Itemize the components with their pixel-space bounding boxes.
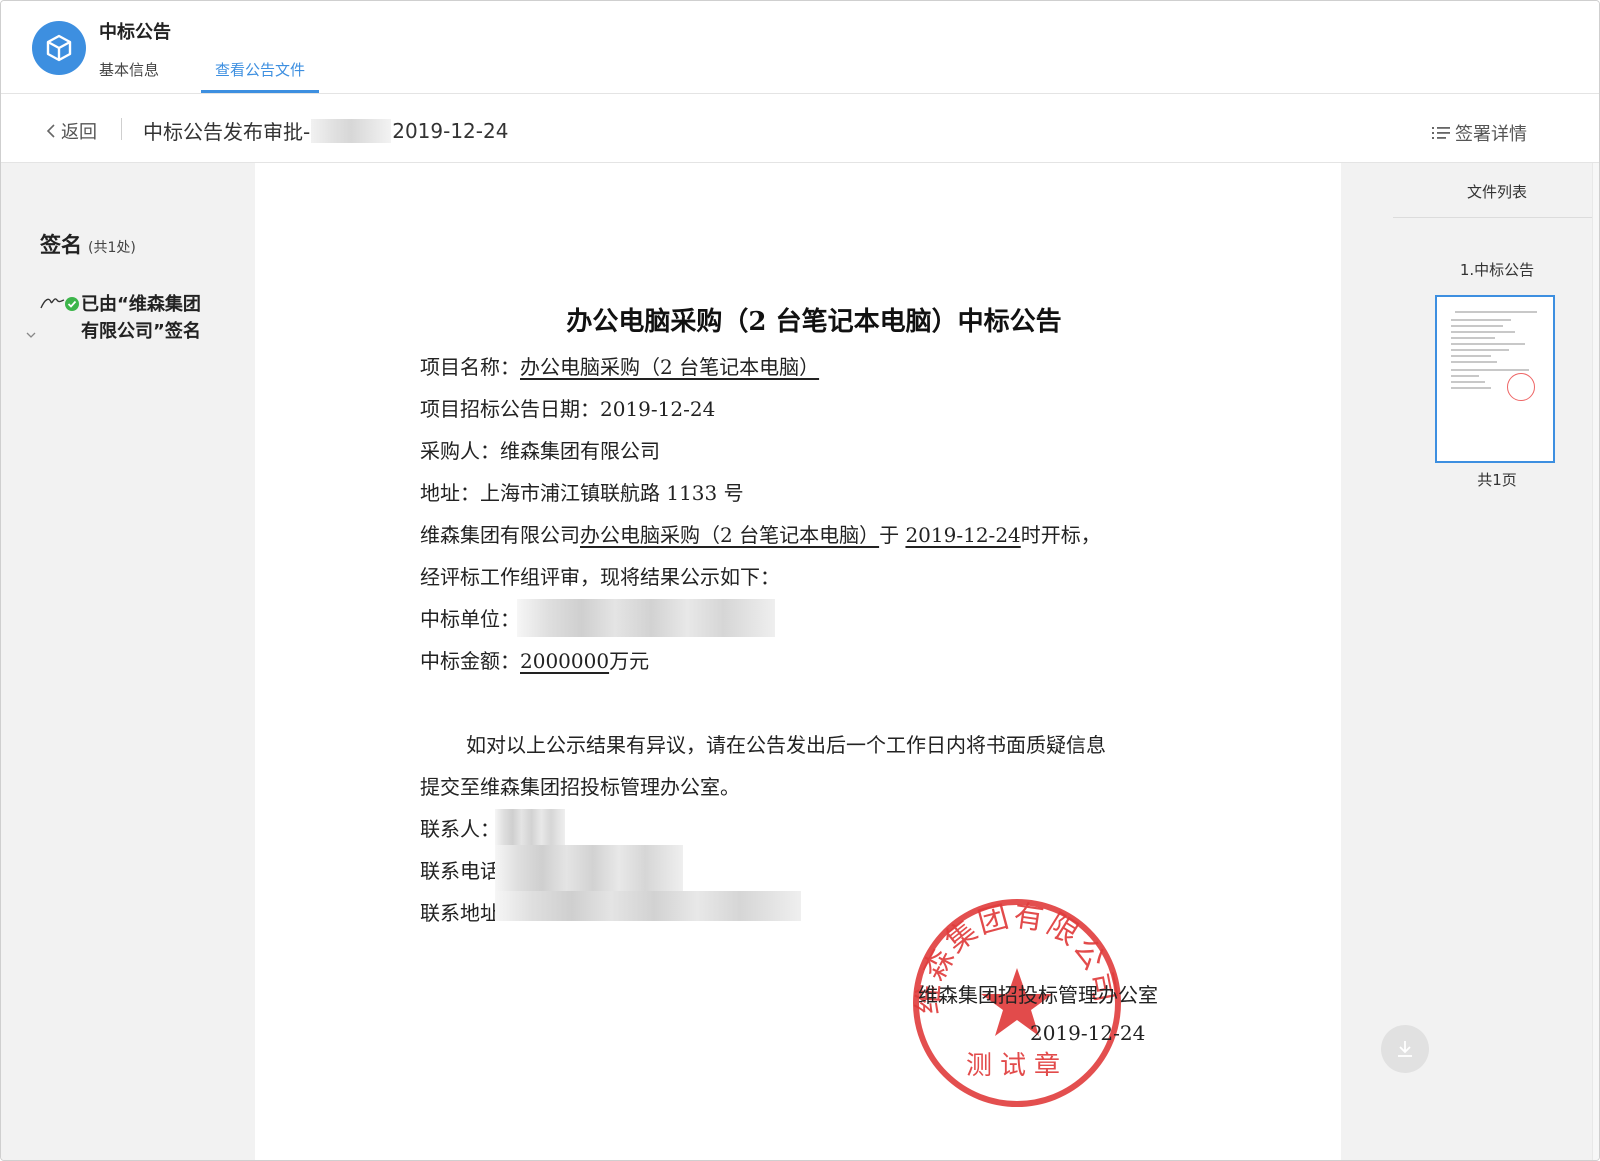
objection-line-1: 如对以上公示结果有异议，请在公告发出后一个工作日内将书面质疑信息 bbox=[466, 733, 1106, 757]
box-logo-icon bbox=[32, 21, 86, 75]
signature-title: 签名 bbox=[40, 233, 82, 257]
signature-count: (共1处) bbox=[88, 240, 136, 256]
seal-bottom-text: 测试章 bbox=[966, 1051, 1068, 1081]
signature-check-icon bbox=[40, 297, 79, 311]
scrollbar[interactable] bbox=[1592, 163, 1599, 1160]
doc-title-prefix: 中标公告发布审批- bbox=[143, 120, 311, 144]
chevron-down-icon[interactable] bbox=[25, 329, 37, 341]
app-header: 中标公告 基本信息 查看公告文件 bbox=[1, 1, 1599, 94]
redacted-winner bbox=[517, 599, 775, 637]
viewer-area: 签名 (共1处) 已由“维森集团有限公司”签名 办公电脑采购（2 台笔记本电脑）中… bbox=[1, 163, 1599, 1160]
sign-detail-label: 签署详情 bbox=[1455, 124, 1527, 145]
amount-line: 中标金额：2000000万元 bbox=[420, 645, 649, 674]
opening-date: 2019-12-24 bbox=[905, 523, 1021, 547]
issuer-line: 维森集团招投标管理办公室 bbox=[918, 983, 1158, 1007]
contact-address-line: 联系地址 bbox=[420, 901, 500, 925]
redacted-phone bbox=[495, 845, 683, 893]
sign-detail-button[interactable]: 签署详情 bbox=[1431, 120, 1527, 146]
winner-line: 中标单位： bbox=[420, 603, 520, 632]
amount-unit: 万元 bbox=[609, 649, 650, 673]
file-thumbnail[interactable] bbox=[1435, 295, 1555, 463]
download-button[interactable] bbox=[1381, 1025, 1429, 1073]
tab-basic-info[interactable]: 基本信息 bbox=[99, 59, 159, 93]
buyer-value: 维森集团有限公司 bbox=[500, 439, 660, 463]
buyer-line: 采购人：维森集团有限公司 bbox=[420, 435, 660, 464]
opening-project: 办公电脑采购（2 台笔记本电脑） bbox=[580, 523, 880, 547]
back-label: 返回 bbox=[61, 122, 97, 143]
amount-value: 2000000 bbox=[520, 649, 610, 673]
download-icon bbox=[1398, 1041, 1412, 1057]
file-name[interactable]: 1.中标公告 bbox=[1393, 259, 1599, 280]
file-list-panel: 文件列表 1.中标公告 共1页 bbox=[1393, 163, 1599, 1160]
app-window: 中标公告 基本信息 查看公告文件 返回 中标公告发布审批- 2019-12-24 bbox=[0, 0, 1600, 1161]
document-page: 办公电脑采购（2 台笔记本电脑）中标公告 项目名称：办公电脑采购（2 台笔记本电… bbox=[255, 163, 1341, 1160]
page-title: 中标公告发布审批- 2019-12-24 bbox=[143, 116, 508, 145]
contact-line: 联系人： bbox=[420, 817, 500, 841]
address-label: 地址： bbox=[420, 481, 480, 505]
opening-line: 维森集团有限公司办公电脑采购（2 台笔记本电脑）于 2019-12-24时开标， bbox=[420, 519, 1101, 548]
opening-at: 于 bbox=[879, 523, 900, 547]
divider bbox=[1393, 217, 1599, 218]
winner-label: 中标单位： bbox=[420, 607, 520, 631]
redacted-text bbox=[311, 118, 392, 143]
list-icon bbox=[1432, 127, 1450, 139]
app-title: 中标公告 bbox=[99, 22, 171, 43]
project-name-label: 项目名称： bbox=[420, 355, 520, 379]
signature-item-label: 已由“维森集团有限公司”签名 bbox=[81, 294, 201, 342]
page-count: 共1页 bbox=[1477, 471, 1517, 489]
address-line: 地址：上海市浦江镇联航路 1133 号 bbox=[420, 477, 744, 506]
opening-org: 维森集团有限公司 bbox=[420, 523, 580, 547]
tab-view-notice-file[interactable]: 查看公告文件 bbox=[201, 59, 319, 93]
doc-title-date: 2019-12-24 bbox=[392, 118, 509, 143]
project-name-value: 办公电脑采购（2 台笔记本电脑） bbox=[520, 355, 820, 379]
project-name-line: 项目名称：办公电脑采购（2 台笔记本电脑） bbox=[420, 351, 819, 380]
document-heading: 办公电脑采购（2 台笔记本电脑）中标公告 bbox=[566, 307, 1062, 337]
objection-line-2: 提交至维森集团招投标管理办公室。 bbox=[420, 775, 740, 799]
file-list-title: 文件列表 bbox=[1466, 183, 1527, 201]
divider bbox=[121, 118, 122, 140]
notice-date-value: 2019-12-24 bbox=[600, 397, 716, 421]
redacted-contact bbox=[495, 809, 565, 847]
opening-suffix: 时开标， bbox=[1020, 523, 1101, 547]
document-toolbar: 返回 中标公告发布审批- 2019-12-24 签署详情 bbox=[1, 94, 1599, 163]
address-value: 上海市浦江镇联航路 1133 号 bbox=[480, 481, 744, 505]
back-button[interactable]: 返回 bbox=[45, 118, 97, 144]
signature-heading: 签名 (共1处) bbox=[40, 229, 136, 259]
signature-panel: 签名 (共1处) 已由“维森集团有限公司”签名 bbox=[1, 163, 254, 1160]
phone-line: 联系电话 bbox=[420, 859, 500, 883]
amount-label: 中标金额： bbox=[420, 649, 520, 673]
review-line: 经评标工作组评审，现将结果公示如下： bbox=[420, 565, 780, 589]
buyer-label: 采购人： bbox=[420, 439, 500, 463]
notice-date-line: 项目招标公告日期：2019-12-24 bbox=[420, 393, 715, 422]
issue-date-line: 2019-12-24 bbox=[1030, 1021, 1146, 1045]
redacted-address bbox=[495, 891, 801, 921]
notice-date-label: 项目招标公告日期： bbox=[420, 397, 600, 421]
chevron-left-icon bbox=[46, 124, 55, 138]
thumbnail-seal bbox=[1507, 373, 1535, 401]
